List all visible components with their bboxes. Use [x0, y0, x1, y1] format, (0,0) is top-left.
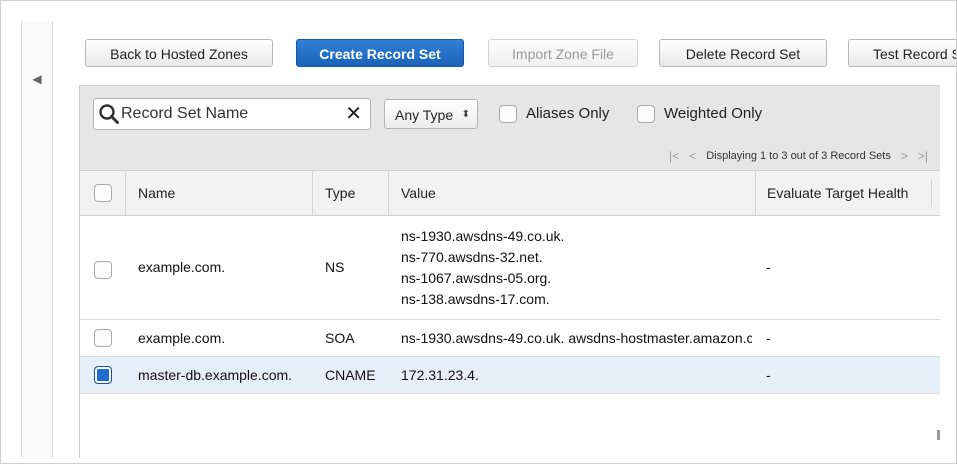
row-checkbox[interactable] — [94, 261, 112, 279]
import-zone-file-button: Import Zone File — [488, 39, 638, 67]
app-frame: ◀ Back to Hosted Zones Create Record Set… — [0, 0, 957, 464]
pagination-status: Displaying 1 to 3 out of 3 Record Sets — [706, 150, 891, 162]
previous-page-button[interactable]: < — [689, 149, 696, 163]
row-checkbox[interactable] — [94, 329, 112, 347]
next-page-button[interactable]: > — [901, 149, 908, 163]
column-divider — [931, 179, 932, 207]
table-row[interactable]: example.com. SOA ns-1930.awsdns-49.co.uk… — [80, 320, 940, 357]
last-page-button[interactable]: >| — [918, 149, 928, 163]
back-to-hosted-zones-button[interactable]: Back to Hosted Zones — [85, 39, 273, 67]
create-record-set-button[interactable]: Create Record Set — [296, 39, 464, 67]
record-type: NS — [325, 259, 345, 275]
table-row[interactable]: example.com. NS ns-1930.awsdns-49.co.uk.… — [80, 216, 940, 320]
chevron-left-icon: ◀ — [32, 72, 42, 86]
column-header-value[interactable]: Value — [388, 171, 751, 215]
value-line: ns-138.awsdns-17.com. — [401, 291, 550, 307]
column-header-type[interactable]: Type — [312, 171, 385, 215]
record-type: CNAME — [325, 367, 376, 383]
value-line: ns-770.awsdns-32.net. — [401, 249, 543, 265]
first-page-button[interactable]: |< — [669, 149, 679, 163]
record-type: SOA — [325, 330, 355, 346]
type-select-value: Any Type — [395, 107, 454, 123]
column-header-name[interactable]: Name — [125, 171, 318, 215]
filter-toolbar: ✕ Any Type ⬍ Aliases Only Weighted Only … — [80, 86, 940, 171]
record-name: master-db.example.com. — [138, 367, 293, 383]
column-header-evaluate-target-health[interactable]: Evaluate Target Health — [755, 171, 939, 215]
record-value: ns-1930.awsdns-49.co.uk. ns-770.awsdns-3… — [401, 226, 746, 310]
table-header: Name Type Value Evaluate Target Health — [80, 171, 940, 216]
delete-record-set-button[interactable]: Delete Record Set — [659, 39, 827, 67]
record-value: ns-1930.awsdns-49.co.uk. awsdns-hostmast… — [401, 330, 752, 346]
search-input[interactable] — [121, 101, 341, 127]
record-health: - — [766, 259, 771, 275]
select-arrows-icon: ⬍ — [461, 109, 470, 120]
sidebar: ◀ — [21, 21, 53, 457]
table-row-selected[interactable]: master-db.example.com. CNAME 172.31.23.4… — [80, 357, 940, 394]
scrollbar[interactable] — [937, 430, 940, 440]
record-health: - — [766, 330, 771, 346]
type-select[interactable]: Any Type ⬍ — [384, 99, 478, 129]
record-value: 172.31.23.4. — [401, 367, 479, 383]
record-name: example.com. — [138, 259, 226, 275]
value-line: ns-1067.awsdns-05.org. — [401, 270, 552, 286]
aliases-only-checkbox[interactable] — [499, 105, 517, 123]
weighted-only-label: Weighted Only — [664, 105, 763, 122]
record-name: example.com. — [138, 330, 226, 346]
value-line: ns-1930.awsdns-49.co.uk. — [401, 228, 565, 244]
weighted-only-checkbox[interactable] — [637, 105, 655, 123]
close-icon[interactable]: ✕ — [345, 102, 362, 126]
aliases-only-label: Aliases Only — [526, 105, 610, 122]
search-box[interactable]: ✕ — [93, 98, 371, 130]
record-sets-panel: ✕ Any Type ⬍ Aliases Only Weighted Only … — [79, 85, 940, 458]
collapse-sidebar-button[interactable]: ◀ — [27, 67, 47, 91]
row-checkbox-checked[interactable] — [94, 366, 112, 384]
search-icon — [99, 104, 119, 124]
select-all-checkbox[interactable] — [94, 184, 112, 202]
pagination: |< < Displaying 1 to 3 out of 3 Record S… — [669, 148, 928, 164]
test-record-set-button[interactable]: Test Record Set — [848, 39, 956, 67]
record-health: - — [766, 367, 771, 383]
